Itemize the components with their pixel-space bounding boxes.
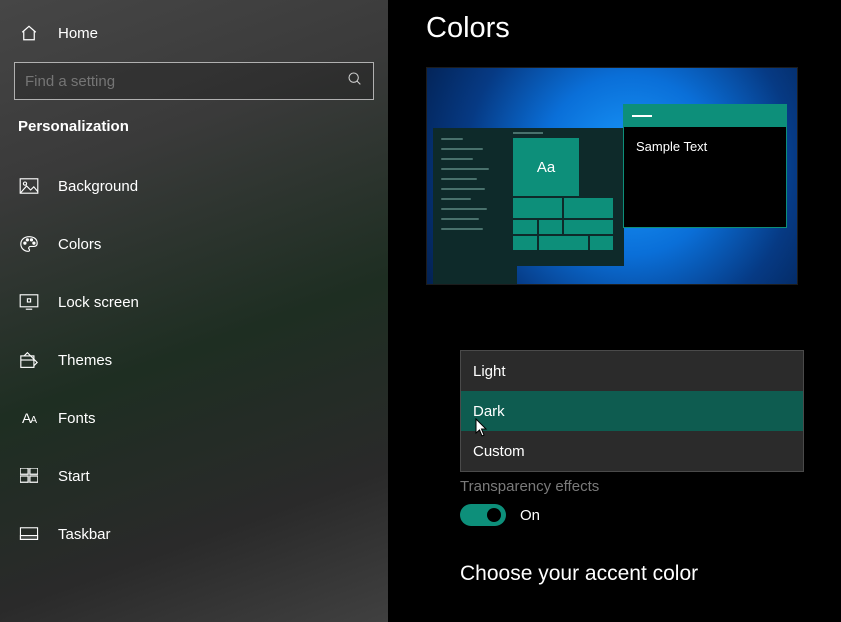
preview-window: Sample Text — [623, 104, 787, 228]
search-box[interactable] — [14, 62, 374, 100]
category-title: Personalization — [18, 118, 374, 135]
sidebar-item-label: Start — [58, 468, 90, 485]
sidebar-list: Background Colors Lock screen — [14, 157, 374, 563]
preview-tile-aa: Aa — [513, 138, 579, 196]
color-mode-dropdown[interactable]: Light Dark Custom — [460, 350, 804, 472]
page-title: Colors — [426, 12, 811, 45]
sidebar: Home Personalization Background — [0, 0, 388, 622]
themes-icon — [18, 351, 40, 369]
color-mode-option-light[interactable]: Light — [461, 351, 803, 391]
preview-sample-text: Sample Text — [624, 127, 786, 166]
preview-taskbar — [433, 266, 517, 284]
transparency-label: Transparency effects — [460, 478, 599, 495]
fonts-icon: AA — [18, 410, 40, 426]
search-icon — [343, 71, 363, 91]
sidebar-item-background[interactable]: Background — [14, 157, 374, 215]
preview-panel: Aa Sample Text — [426, 67, 798, 285]
main-content: Colors Aa — [388, 0, 841, 622]
taskbar-icon — [18, 527, 40, 541]
color-mode-option-dark[interactable]: Dark — [461, 391, 803, 431]
sidebar-item-label: Lock screen — [58, 294, 139, 311]
lockscreen-icon — [18, 294, 40, 310]
sidebar-item-themes[interactable]: Themes — [14, 331, 374, 389]
sidebar-item-label: Themes — [58, 352, 112, 369]
transparency-toggle[interactable] — [460, 504, 506, 526]
palette-icon — [18, 235, 40, 253]
search-input[interactable] — [25, 73, 343, 90]
transparency-toggle-row: On — [460, 504, 540, 526]
nav-home-label: Home — [58, 25, 98, 42]
sidebar-item-taskbar[interactable]: Taskbar — [14, 505, 374, 563]
home-icon — [18, 24, 40, 42]
sidebar-item-colors[interactable]: Colors — [14, 215, 374, 273]
picture-icon — [18, 178, 40, 194]
preview-start-menu: Aa — [433, 128, 624, 266]
sidebar-item-lockscreen[interactable]: Lock screen — [14, 273, 374, 331]
transparency-state: On — [520, 507, 540, 524]
sidebar-item-fonts[interactable]: AA Fonts — [14, 389, 374, 447]
accent-color-heading: Choose your accent color — [460, 562, 698, 586]
color-mode-option-custom[interactable]: Custom — [461, 431, 803, 471]
toggle-knob — [487, 508, 501, 522]
sidebar-item-start[interactable]: Start — [14, 447, 374, 505]
sidebar-item-label: Colors — [58, 236, 101, 253]
start-icon — [18, 468, 40, 484]
sidebar-item-label: Fonts — [58, 410, 96, 427]
sidebar-item-label: Taskbar — [58, 526, 111, 543]
mouse-cursor — [475, 418, 489, 438]
nav-home[interactable]: Home — [14, 14, 374, 52]
sidebar-item-label: Background — [58, 178, 138, 195]
